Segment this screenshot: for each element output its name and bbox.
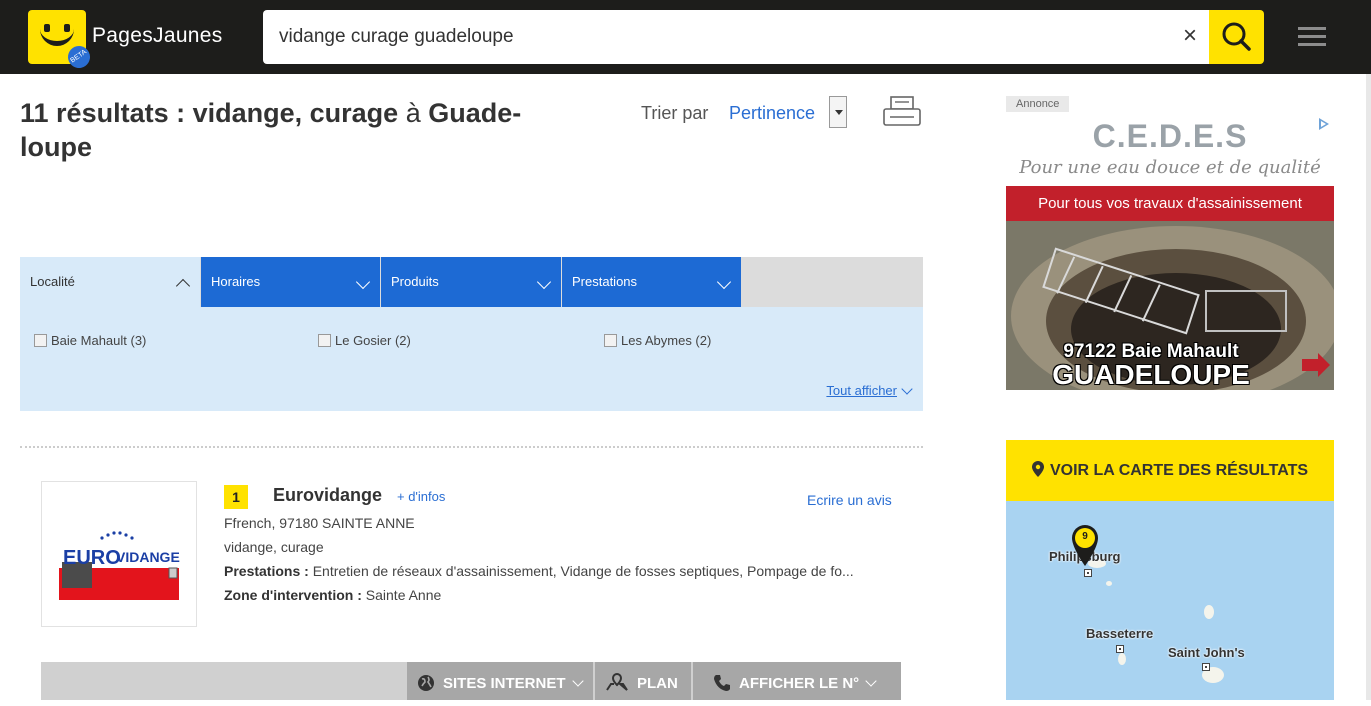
result-logo[interactable]: EURO VIDANGE	[41, 481, 197, 627]
chevron-down-icon	[865, 675, 877, 687]
chevron-down-icon	[536, 274, 552, 290]
ad-location-line2: GUADELOUPE	[1052, 359, 1250, 390]
phone-icon	[714, 675, 730, 691]
menu-icon[interactable]	[1298, 27, 1326, 47]
map-result-icon[interactable]	[1116, 645, 1124, 653]
print-icon[interactable]	[882, 95, 922, 129]
map-pin-icon	[606, 672, 628, 691]
sort-select-value[interactable]: Pertinence	[729, 103, 815, 124]
write-review-link[interactable]: Ecrire un avis	[807, 492, 892, 508]
show-number-button[interactable]: AFFICHER LE N°	[693, 662, 901, 700]
map-cluster-count: 9	[1082, 531, 1088, 542]
search-input[interactable]	[279, 10, 1159, 64]
tab-localite[interactable]: Localité	[20, 257, 200, 307]
map-plan-button[interactable]: PLAN	[595, 662, 691, 700]
filter-tabs: Localité Horaires Produits Prestations	[20, 257, 923, 307]
result-address: Ffrench, 97180 SAINTE ANNE	[224, 515, 415, 531]
map-island	[1204, 605, 1214, 619]
filter-option-baie-mahault[interactable]: Baie Mahault (3)	[34, 333, 146, 348]
map-label-basseterre: Basseterre	[1086, 626, 1154, 641]
websites-button[interactable]: SITES INTERNET	[407, 662, 593, 700]
ad-brand[interactable]: C.E.D.E.S	[1006, 118, 1334, 155]
svg-text:VIDANGE: VIDANGE	[116, 549, 180, 565]
result-rank-badge: 1	[224, 485, 248, 509]
result-name-link[interactable]: Eurovidange	[273, 485, 382, 506]
chevron-down-icon	[571, 675, 584, 687]
view-results-map-button[interactable]: VOIR LA CARTE DES RÉSULTATS	[1006, 440, 1334, 501]
ad-image[interactable]: 97122 Baie Mahault GUADELOUPE	[1006, 221, 1334, 390]
beta-badge: BETA	[63, 41, 95, 73]
map-island	[1118, 653, 1126, 665]
svg-text:EURO: EURO	[63, 547, 121, 569]
filter-panel: Localité Horaires Produits Prestations B…	[20, 257, 923, 411]
tab-produits[interactable]: Produits	[381, 257, 561, 307]
search-bar: ×	[263, 10, 1209, 64]
map-marker-icon	[1031, 461, 1044, 477]
show-all-link[interactable]: Tout afficher	[826, 383, 913, 398]
result-categories: vidange, curage	[224, 539, 324, 555]
checkbox[interactable]	[604, 334, 617, 347]
search-button[interactable]	[1209, 10, 1264, 64]
sort-label: Trier par	[641, 103, 709, 123]
globe-icon	[418, 675, 434, 691]
checkbox[interactable]	[318, 334, 331, 347]
ad-tagline: Pour une eau douce et de qualité	[1019, 157, 1321, 178]
filter-option-les-abymes[interactable]: Les Abymes (2)	[604, 333, 711, 348]
clear-icon[interactable]: ×	[1183, 24, 1197, 48]
result-action-bar: SITES INTERNET PLAN AFFICHER LE N°	[41, 662, 901, 700]
ad-label: Annonce	[1006, 96, 1070, 112]
scrollbar[interactable]	[1366, 74, 1371, 700]
brand-name[interactable]: PagesJaunes	[92, 24, 223, 48]
checkbox[interactable]	[34, 334, 47, 347]
more-info-link[interactable]: + d'infos	[397, 489, 445, 504]
results-map[interactable]: Philipsburg Basseterre Saint John's 9	[1006, 501, 1334, 700]
map-cluster-marker[interactable]: 9	[1071, 524, 1099, 568]
brand-logo[interactable]: BETA	[28, 10, 95, 73]
map-island	[1106, 581, 1112, 586]
tab-horaires[interactable]: Horaires	[201, 257, 380, 307]
chevron-up-icon	[175, 278, 191, 294]
tab-prestations[interactable]: Prestations	[562, 257, 741, 307]
result-zone: Zone d'intervention : Sainte Anne	[224, 587, 442, 603]
search-icon	[1222, 22, 1251, 51]
chevron-down-icon	[716, 274, 732, 290]
chevron-down-icon	[901, 383, 913, 395]
map-result-icon[interactable]	[1202, 663, 1210, 671]
sort-dropdown-button[interactable]	[829, 96, 847, 128]
map-result-icon[interactable]	[1084, 569, 1092, 577]
map-label-saint-johns: Saint John's	[1168, 645, 1245, 660]
filter-option-le-gosier[interactable]: Le Gosier (2)	[318, 333, 411, 348]
logo-smile-icon	[40, 24, 74, 46]
result-services: Prestations : Entretien de réseaux d'ass…	[224, 563, 854, 579]
ad-banner[interactable]: Pour tous vos travaux d'assainissement	[1006, 186, 1334, 221]
chevron-down-icon	[355, 274, 371, 290]
top-header: BETA PagesJaunes ×	[0, 0, 1371, 74]
page-title: 11 résultats : vidange, curage à Guade-l…	[20, 98, 522, 162]
divider	[20, 446, 923, 448]
